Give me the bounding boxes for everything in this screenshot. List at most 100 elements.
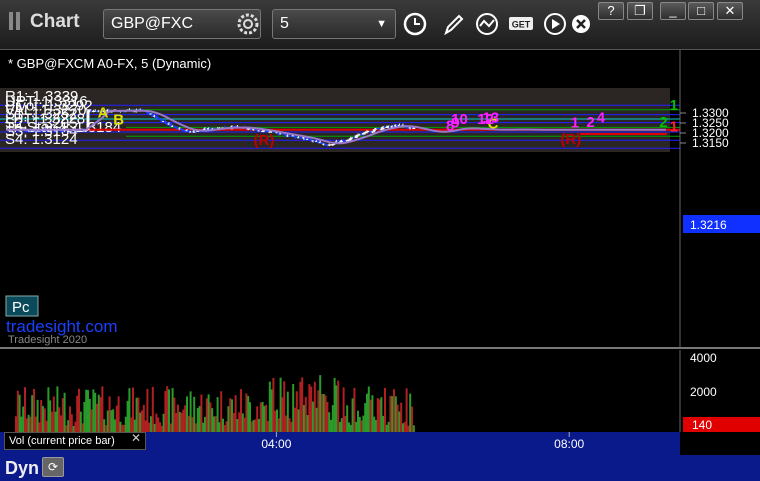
- grip-icon[interactable]: [9, 12, 25, 30]
- volume-bar: [76, 395, 79, 432]
- candle-body: [154, 115, 158, 118]
- volume-bar: [141, 410, 143, 432]
- volume-bar: [155, 413, 158, 432]
- volume-bar: [114, 419, 116, 432]
- volume-bar: [139, 412, 142, 432]
- volume-bar: [234, 395, 237, 432]
- volume-bar: [407, 425, 410, 432]
- annotation-marker: 2: [586, 114, 594, 131]
- volume-bar: [211, 408, 214, 432]
- help-button[interactable]: ?: [598, 2, 624, 20]
- volume-bar: [162, 413, 165, 432]
- clock-icon[interactable]: [400, 9, 430, 39]
- volume-bar: [34, 416, 37, 432]
- time-tick-label: 08:00: [554, 437, 584, 451]
- volume-bar: [204, 416, 206, 432]
- volume-bar: [362, 415, 365, 432]
- volume-bar: [166, 386, 169, 432]
- volume-bar: [151, 386, 154, 432]
- volume-bar: [274, 410, 277, 432]
- volume-bar: [40, 400, 43, 432]
- indicator-icon[interactable]: [472, 9, 502, 39]
- volume-bar: [265, 404, 268, 432]
- price-chart[interactable]: R1: 1.3339UPT: 1.3316Pivot: 1.3292VAL: 1…: [0, 50, 760, 455]
- volume-bar: [47, 387, 50, 432]
- volume-bar: [409, 393, 412, 432]
- maximize-button[interactable]: □: [688, 2, 714, 20]
- last-volume-label: 140: [692, 418, 712, 432]
- volume-bar: [322, 394, 325, 432]
- volume-bar: [292, 383, 295, 432]
- volume-bar: [267, 421, 269, 432]
- pc-button-label: Pc: [12, 299, 30, 316]
- candle-body: [174, 126, 178, 129]
- level-label: S4: 1.3124: [5, 131, 78, 148]
- volume-bar: [378, 399, 381, 432]
- volume-bar: [213, 416, 215, 432]
- restore-button[interactable]: ❐: [627, 2, 653, 20]
- volume-bar: [241, 413, 244, 432]
- volume-bar: [51, 411, 53, 432]
- volume-bar: [20, 416, 23, 432]
- volume-bar: [357, 410, 359, 432]
- volume-bar: [137, 397, 140, 432]
- volume-bar: [43, 408, 46, 432]
- volume-bar: [200, 394, 203, 432]
- volume-bar: [126, 400, 129, 432]
- volume-tick-4000: 4000: [690, 351, 717, 365]
- close-circle-icon[interactable]: [566, 9, 596, 39]
- copyright: Tradesight 2020: [8, 334, 87, 346]
- minimize-button[interactable]: _: [660, 2, 686, 20]
- settings-gear-icon[interactable]: [233, 9, 263, 39]
- volume-bar: [186, 396, 188, 432]
- volume-bar: [342, 387, 345, 432]
- volume-bar: [22, 406, 25, 432]
- pencil-draw-icon[interactable]: [438, 9, 468, 39]
- volume-bar: [101, 386, 104, 432]
- annotation-marker: 1: [670, 97, 678, 114]
- annotation-marker: 8: [446, 117, 454, 134]
- volume-bar: [56, 386, 59, 432]
- volume-bar: [18, 394, 21, 432]
- volume-bar: [202, 422, 205, 432]
- interval-value: 5: [280, 15, 289, 32]
- volume-legend: Vol (current price bar): [4, 432, 146, 450]
- volume-bar: [61, 398, 64, 432]
- volume-bar: [299, 381, 302, 432]
- volume-bar: [81, 423, 84, 432]
- candle-body: [324, 143, 328, 145]
- refresh-icon[interactable]: ⟳: [42, 457, 64, 477]
- volume-bar: [83, 401, 86, 432]
- volume-bar: [198, 406, 201, 432]
- annotation-marker: 1: [571, 114, 579, 131]
- volume-bar: [78, 388, 80, 432]
- volume-bar: [240, 389, 242, 432]
- interval-combo[interactable]: 5 ▼: [272, 9, 396, 39]
- volume-bar: [105, 425, 107, 432]
- volume-bar: [290, 421, 293, 432]
- volume-bar: [385, 424, 388, 432]
- volume-bar: [128, 388, 131, 432]
- volume-bar: [270, 389, 273, 432]
- candle-body: [180, 128, 184, 131]
- title-bar: Chart GBP@FXC 5 ▼ GET ? ❐ □ ✕ _: [0, 0, 760, 50]
- volume-bar: [168, 389, 170, 432]
- close-icon[interactable]: ✕: [131, 431, 141, 445]
- window-title: Chart: [30, 11, 80, 32]
- volume-bar: [295, 391, 298, 432]
- volume-bar: [340, 418, 343, 432]
- volume-bar: [297, 409, 300, 432]
- volume-bar: [169, 423, 172, 432]
- volume-bar: [49, 400, 52, 432]
- volume-bar: [324, 395, 327, 432]
- annotation-marker: 13: [482, 109, 499, 126]
- volume-bar: [384, 387, 386, 432]
- volume-bar: [148, 422, 151, 432]
- volume-bar: [96, 403, 98, 432]
- volume-bar: [288, 418, 291, 432]
- volume-bar: [135, 397, 138, 432]
- volume-bar: [70, 414, 73, 432]
- close-button[interactable]: ✕: [717, 2, 743, 20]
- get-data-icon[interactable]: GET: [506, 9, 536, 39]
- layout-label[interactable]: Dyn: [5, 458, 39, 479]
